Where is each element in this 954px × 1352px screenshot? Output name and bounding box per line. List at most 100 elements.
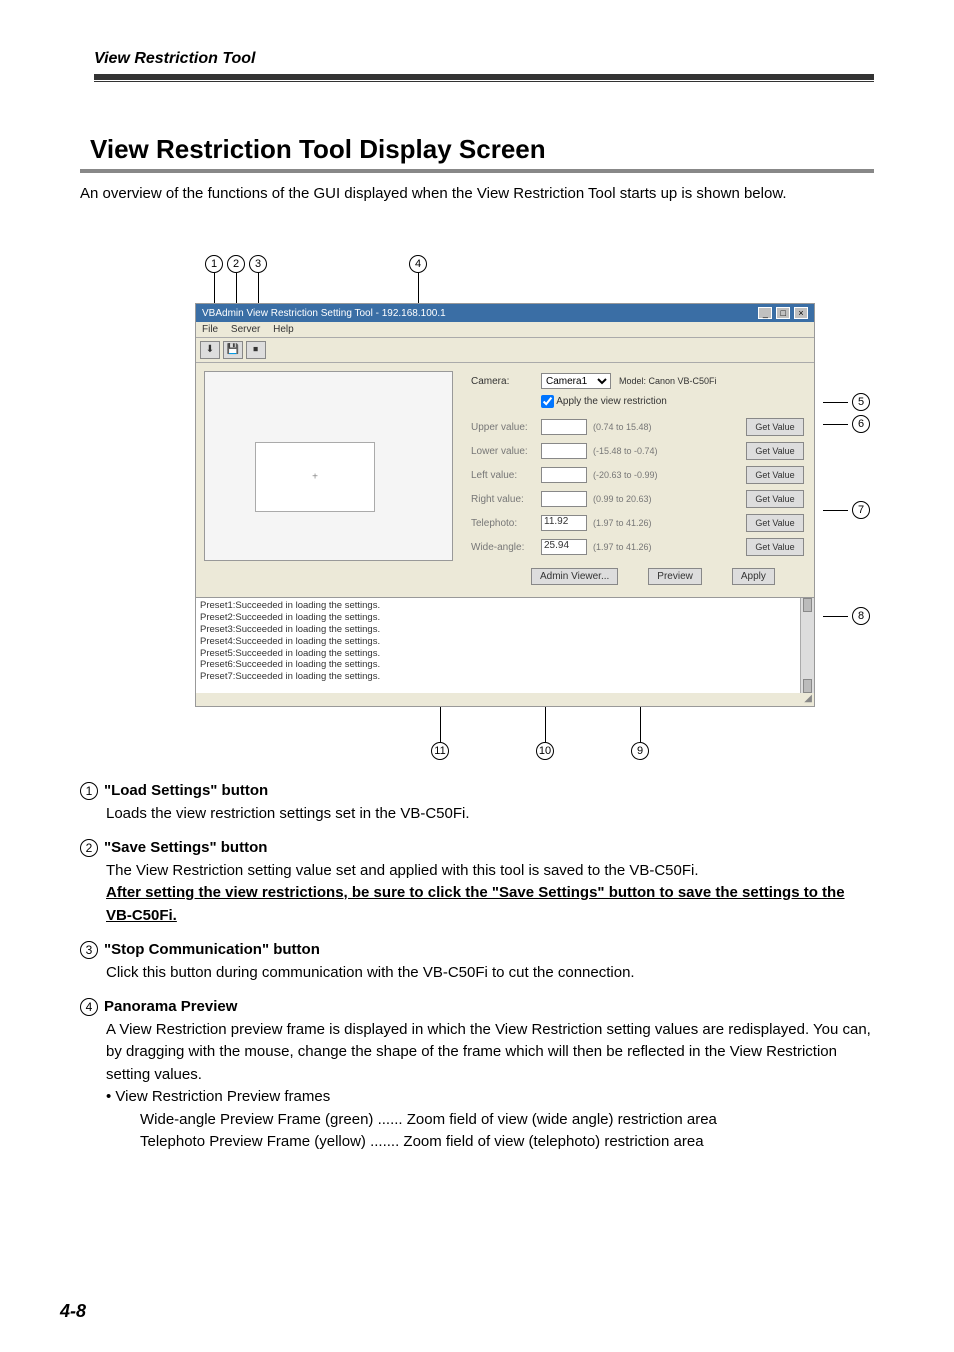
value-row: Upper value: (0.74 to 15.48) Get Value <box>471 418 804 436</box>
camera-select[interactable]: Camera1 <box>541 373 611 389</box>
value-input[interactable] <box>541 467 587 483</box>
window-title: VBAdmin View Restriction Setting Tool - … <box>202 308 446 319</box>
item-bullet: View Restriction Preview frames <box>106 1086 874 1109</box>
item-body-emphasis: After setting the view restrictions, be … <box>106 884 845 924</box>
item-3: 3"Stop Communication" button Click this … <box>80 939 874 984</box>
section-intro: An overview of the functions of the GUI … <box>80 182 874 205</box>
header-rule <box>94 74 874 82</box>
apply-restriction-label: Apply the view restriction <box>556 396 667 407</box>
item-title: Panorama Preview <box>104 996 237 1019</box>
leader-line <box>440 707 441 742</box>
get-value-button[interactable]: Get Value <box>746 514 804 532</box>
value-label: Wide-angle: <box>471 542 541 553</box>
item-subline: Wide-angle Preview Frame (green) ...... … <box>140 1109 874 1132</box>
save-settings-button[interactable]: 💾 <box>223 341 243 359</box>
callout-5-wrap: 5 <box>823 393 870 411</box>
item-num: 3 <box>80 941 98 959</box>
settings-panel: Camera: Camera1 Model: Canon VB-C50Fi Ap… <box>461 363 814 597</box>
close-button[interactable]: × <box>794 307 808 319</box>
bottom-callouts: 11 10 9 <box>195 707 835 762</box>
callout-6: 6 <box>852 415 870 433</box>
value-label: Right value: <box>471 494 541 505</box>
callout-4: 4 <box>409 255 427 273</box>
model-label: Model: Canon VB-C50Fi <box>619 376 717 386</box>
page-number: 4-8 <box>60 1301 86 1322</box>
maximize-button[interactable]: □ <box>776 307 790 319</box>
value-range: (-15.48 to -0.74) <box>593 446 681 456</box>
menu-server[interactable]: Server <box>231 324 260 335</box>
callout-8-wrap: 8 <box>823 607 870 625</box>
log-line: Preset6:Succeeded in loading the setting… <box>200 659 810 671</box>
preview-frame[interactable] <box>255 442 375 512</box>
screenshot-figure: 1 2 3 4 VBAdmin View Restriction Setting… <box>195 255 835 762</box>
item-num: 1 <box>80 782 98 800</box>
apply-restriction-row: Apply the view restriction <box>541 395 804 408</box>
titlebar: VBAdmin View Restriction Setting Tool - … <box>196 304 814 322</box>
value-range: (0.99 to 20.63) <box>593 494 681 504</box>
get-value-button[interactable]: Get Value <box>746 442 804 460</box>
log-line: Preset2:Succeeded in loading the setting… <box>200 612 810 624</box>
value-row: Lower value: (-15.48 to -0.74) Get Value <box>471 442 804 460</box>
item-title: "Load Settings" button <box>104 780 268 803</box>
value-range: (1.97 to 41.26) <box>593 542 681 552</box>
value-row: Right value: (0.99 to 20.63) Get Value <box>471 490 804 508</box>
log-line: Preset1:Succeeded in loading the setting… <box>200 600 810 612</box>
apply-restriction-checkbox[interactable] <box>541 395 554 408</box>
value-input[interactable]: 25.94 <box>541 539 587 555</box>
value-range: (0.74 to 15.48) <box>593 422 681 432</box>
callout-3: 3 <box>249 255 267 273</box>
apply-button[interactable]: Apply <box>732 568 775 585</box>
panorama-preview[interactable] <box>204 371 453 561</box>
callout-11: 11 <box>431 742 449 760</box>
get-value-button[interactable]: Get Value <box>746 538 804 556</box>
callout-6-wrap: 6 <box>823 415 870 433</box>
camera-label: Camera: <box>471 376 541 387</box>
callout-1: 1 <box>205 255 223 273</box>
value-input[interactable] <box>541 419 587 435</box>
page-header: View Restriction Tool <box>94 50 874 82</box>
section-title-wrap: View Restriction Tool Display Screen <box>80 128 874 173</box>
preview-button[interactable]: Preview <box>648 568 702 585</box>
scrollbar[interactable] <box>800 598 814 693</box>
resize-grip[interactable]: ◢ <box>196 693 814 706</box>
admin-viewer-button[interactable]: Admin Viewer... <box>531 568 618 585</box>
value-input[interactable] <box>541 491 587 507</box>
callout-5: 5 <box>852 393 870 411</box>
get-value-button[interactable]: Get Value <box>746 418 804 436</box>
value-label: Left value: <box>471 470 541 481</box>
get-value-button[interactable]: Get Value <box>746 490 804 508</box>
value-input[interactable]: 11.92 <box>541 515 587 531</box>
menu-file[interactable]: File <box>202 324 218 335</box>
log-line: Preset7:Succeeded in loading the setting… <box>200 671 810 683</box>
value-input[interactable] <box>541 443 587 459</box>
value-range: (1.97 to 41.26) <box>593 518 681 528</box>
log-line: Preset4:Succeeded in loading the setting… <box>200 636 810 648</box>
menubar: File Server Help <box>196 322 814 338</box>
stop-communication-button[interactable]: ⏹ <box>246 341 266 359</box>
gui-body: Camera: Camera1 Model: Canon VB-C50Fi Ap… <box>196 363 814 597</box>
callout-10: 10 <box>536 742 554 760</box>
panorama-preview-panel <box>196 363 461 597</box>
value-row: Left value:(-20.63 to -0.99)Get Value <box>471 466 804 484</box>
item-body: The View Restriction setting value set a… <box>106 860 874 928</box>
value-label: Upper value: <box>471 422 541 433</box>
explanation-list: 1"Load Settings" button Loads the view r… <box>80 780 874 1166</box>
get-value-button[interactable]: Get Value <box>746 466 804 484</box>
log-line: Preset3:Succeeded in loading the setting… <box>200 624 810 636</box>
log-panel: Preset1:Succeeded in loading the setting… <box>196 597 814 693</box>
menu-help[interactable]: Help <box>273 324 294 335</box>
doc-section-title: View Restriction Tool <box>94 50 874 68</box>
load-settings-button[interactable]: ⬇ <box>200 341 220 359</box>
value-label: Lower value: <box>471 446 541 457</box>
item-4: 4Panorama Preview A View Restriction pre… <box>80 996 874 1154</box>
callout-2: 2 <box>227 255 245 273</box>
minimize-button[interactable]: _ <box>758 307 772 319</box>
top-callouts: 1 2 3 4 <box>195 255 835 303</box>
item-body: Click this button during communication w… <box>106 962 874 985</box>
value-row: Telephoto:11.92 (1.97 to 41.26) Get Value <box>471 514 804 532</box>
leader-line <box>214 273 215 303</box>
value-label: Telephoto: <box>471 518 541 529</box>
leader-line <box>258 273 259 303</box>
section-title: View Restriction Tool Display Screen <box>90 134 546 164</box>
item-num: 4 <box>80 998 98 1016</box>
